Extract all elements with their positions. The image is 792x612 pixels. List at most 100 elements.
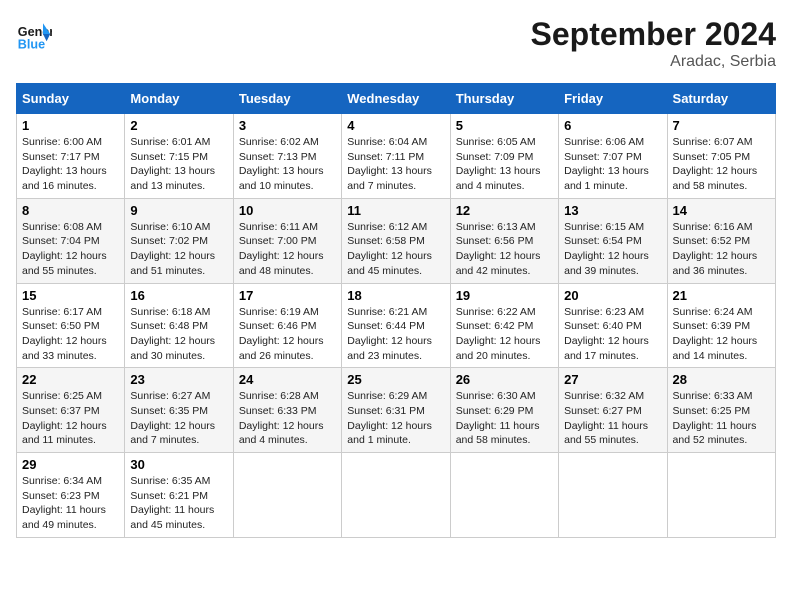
calendar-cell: 22 Sunrise: 6:25 AM Sunset: 6:37 PM Dayli… [17,368,125,453]
calendar-cell [233,453,341,538]
day-info: Sunrise: 6:13 AM Sunset: 6:56 PM Dayligh… [456,220,553,279]
day-number: 28 [673,372,770,387]
day-info: Sunrise: 6:22 AM Sunset: 6:42 PM Dayligh… [456,305,553,364]
location-title: Aradac, Serbia [531,53,776,71]
day-info: Sunrise: 6:06 AM Sunset: 7:07 PM Dayligh… [564,135,661,194]
day-info: Sunrise: 6:24 AM Sunset: 6:39 PM Dayligh… [673,305,770,364]
day-info: Sunrise: 6:23 AM Sunset: 6:40 PM Dayligh… [564,305,661,364]
svg-text:Blue: Blue [18,37,45,51]
day-info: Sunrise: 6:01 AM Sunset: 7:15 PM Dayligh… [130,135,227,194]
calendar-cell: 19 Sunrise: 6:22 AM Sunset: 6:42 PM Dayli… [450,283,558,368]
day-info: Sunrise: 6:02 AM Sunset: 7:13 PM Dayligh… [239,135,336,194]
day-number: 29 [22,457,119,472]
day-number: 4 [347,118,444,133]
day-info: Sunrise: 6:35 AM Sunset: 6:21 PM Dayligh… [130,474,227,533]
calendar-week-row: 8Sunrise: 6:08 AM Sunset: 7:04 PM Daylig… [17,198,776,283]
day-number: 17 [239,288,336,303]
day-info: Sunrise: 6:15 AM Sunset: 6:54 PM Dayligh… [564,220,661,279]
day-number: 25 [347,372,444,387]
calendar-cell: 25 Sunrise: 6:29 AM Sunset: 6:31 PM Dayli… [342,368,450,453]
calendar-cell [342,453,450,538]
calendar-week-row: 1 Sunrise: 6:00 AM Sunset: 7:17 PM Daylig… [17,114,776,199]
day-number: 27 [564,372,661,387]
calendar-cell: 28Sunrise: 6:33 AM Sunset: 6:25 PM Dayli… [667,368,775,453]
day-info: Sunrise: 6:08 AM Sunset: 7:04 PM Dayligh… [22,220,119,279]
calendar-cell: 6 Sunrise: 6:06 AM Sunset: 7:07 PM Daylig… [559,114,667,199]
day-number: 23 [130,372,227,387]
day-info: Sunrise: 6:16 AM Sunset: 6:52 PM Dayligh… [673,220,770,279]
day-number: 21 [673,288,770,303]
calendar-cell: 17Sunrise: 6:19 AM Sunset: 6:46 PM Dayli… [233,283,341,368]
day-info: Sunrise: 6:05 AM Sunset: 7:09 PM Dayligh… [456,135,553,194]
day-info: Sunrise: 6:04 AM Sunset: 7:11 PM Dayligh… [347,135,444,194]
calendar-cell: 11 Sunrise: 6:12 AM Sunset: 6:58 PM Dayli… [342,198,450,283]
calendar-cell: 16 Sunrise: 6:18 AM Sunset: 6:48 PM Dayli… [125,283,233,368]
day-number: 16 [130,288,227,303]
calendar-cell: 20 Sunrise: 6:23 AM Sunset: 6:40 PM Dayli… [559,283,667,368]
calendar-cell [450,453,558,538]
day-number: 10 [239,203,336,218]
calendar-cell: 4 Sunrise: 6:04 AM Sunset: 7:11 PM Daylig… [342,114,450,199]
day-info: Sunrise: 6:00 AM Sunset: 7:17 PM Dayligh… [22,135,119,194]
calendar-cell: 1 Sunrise: 6:00 AM Sunset: 7:17 PM Daylig… [17,114,125,199]
day-info: Sunrise: 6:34 AM Sunset: 6:23 PM Dayligh… [22,474,119,533]
day-info: Sunrise: 6:32 AM Sunset: 6:27 PM Dayligh… [564,389,661,448]
calendar-cell: 18 Sunrise: 6:21 AM Sunset: 6:44 PM Dayli… [342,283,450,368]
day-number: 2 [130,118,227,133]
day-number: 5 [456,118,553,133]
logo: General Blue [16,16,52,52]
weekday-header-friday: Friday [559,84,667,114]
day-number: 26 [456,372,553,387]
calendar-cell: 8Sunrise: 6:08 AM Sunset: 7:04 PM Daylig… [17,198,125,283]
calendar-cell: 21 Sunrise: 6:24 AM Sunset: 6:39 PM Dayli… [667,283,775,368]
day-number: 11 [347,203,444,218]
calendar-cell: 3 Sunrise: 6:02 AM Sunset: 7:13 PM Daylig… [233,114,341,199]
day-info: Sunrise: 6:12 AM Sunset: 6:58 PM Dayligh… [347,220,444,279]
day-info: Sunrise: 6:28 AM Sunset: 6:33 PM Dayligh… [239,389,336,448]
weekday-header-wednesday: Wednesday [342,84,450,114]
calendar-cell: 27 Sunrise: 6:32 AM Sunset: 6:27 PM Dayli… [559,368,667,453]
calendar-cell: 30Sunrise: 6:35 AM Sunset: 6:21 PM Dayli… [125,453,233,538]
day-number: 13 [564,203,661,218]
day-info: Sunrise: 6:11 AM Sunset: 7:00 PM Dayligh… [239,220,336,279]
calendar-cell: 14 Sunrise: 6:16 AM Sunset: 6:52 PM Dayli… [667,198,775,283]
weekday-header-thursday: Thursday [450,84,558,114]
calendar-cell [667,453,775,538]
day-number: 19 [456,288,553,303]
calendar-cell: 23 Sunrise: 6:27 AM Sunset: 6:35 PM Dayli… [125,368,233,453]
day-number: 18 [347,288,444,303]
calendar-cell: 13 Sunrise: 6:15 AM Sunset: 6:54 PM Dayli… [559,198,667,283]
calendar-cell: 12 Sunrise: 6:13 AM Sunset: 6:56 PM Dayli… [450,198,558,283]
weekday-header-monday: Monday [125,84,233,114]
weekday-header-row: SundayMondayTuesdayWednesdayThursdayFrid… [17,84,776,114]
day-info: Sunrise: 6:07 AM Sunset: 7:05 PM Dayligh… [673,135,770,194]
day-number: 3 [239,118,336,133]
weekday-header-saturday: Saturday [667,84,775,114]
page-header: General Blue September 2024 Aradac, Serb… [16,16,776,71]
day-info: Sunrise: 6:29 AM Sunset: 6:31 PM Dayligh… [347,389,444,448]
day-number: 9 [130,203,227,218]
day-info: Sunrise: 6:30 AM Sunset: 6:29 PM Dayligh… [456,389,553,448]
day-number: 22 [22,372,119,387]
logo-icon: General Blue [16,16,52,52]
day-info: Sunrise: 6:18 AM Sunset: 6:48 PM Dayligh… [130,305,227,364]
day-info: Sunrise: 6:21 AM Sunset: 6:44 PM Dayligh… [347,305,444,364]
day-number: 15 [22,288,119,303]
calendar-cell: 24 Sunrise: 6:28 AM Sunset: 6:33 PM Dayli… [233,368,341,453]
day-number: 12 [456,203,553,218]
day-number: 1 [22,118,119,133]
day-number: 6 [564,118,661,133]
day-number: 24 [239,372,336,387]
day-info: Sunrise: 6:25 AM Sunset: 6:37 PM Dayligh… [22,389,119,448]
day-number: 20 [564,288,661,303]
day-info: Sunrise: 6:27 AM Sunset: 6:35 PM Dayligh… [130,389,227,448]
calendar-cell: 7 Sunrise: 6:07 AM Sunset: 7:05 PM Daylig… [667,114,775,199]
day-number: 14 [673,203,770,218]
calendar-week-row: 29 Sunrise: 6:34 AM Sunset: 6:23 PM Dayli… [17,453,776,538]
weekday-header-sunday: Sunday [17,84,125,114]
calendar-table: SundayMondayTuesdayWednesdayThursdayFrid… [16,83,776,538]
day-number: 7 [673,118,770,133]
month-title: September 2024 [531,16,776,53]
calendar-cell: 26 Sunrise: 6:30 AM Sunset: 6:29 PM Dayli… [450,368,558,453]
calendar-cell: 15Sunrise: 6:17 AM Sunset: 6:50 PM Dayli… [17,283,125,368]
